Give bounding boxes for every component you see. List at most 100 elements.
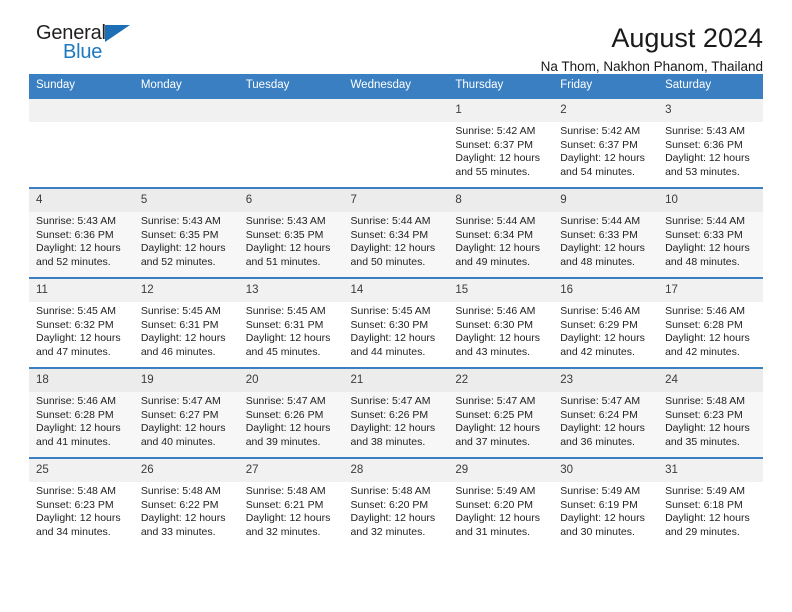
sunrise-time: Sunrise: 5:47 AM bbox=[350, 395, 431, 407]
day-number: 23 bbox=[553, 369, 659, 392]
daylight-duration-line1: Daylight: 12 hours bbox=[350, 422, 436, 435]
calendar-day-cell[interactable]: 12 Sunrise: 5:45 AM Sunset: 6:31 PM Dayligh… bbox=[133, 277, 239, 368]
day-cell-inner: 2 Sunrise: 5:42 AM Sunset: 6:37 PM Daylight… bbox=[553, 99, 659, 187]
day-details: Sunrise: 5:43 AM Sunset: 6:35 PM Daylight:… bbox=[239, 212, 344, 269]
day-number: 28 bbox=[343, 459, 449, 482]
day-cell-inner: 24 Sunrise: 5:48 AM Sunset: 6:23 PM Dayligh… bbox=[658, 369, 763, 457]
daylight-duration-line1: Daylight: 12 hours bbox=[245, 242, 331, 255]
day-number: 22 bbox=[448, 369, 554, 392]
day-details: Sunrise: 5:49 AM Sunset: 6:19 PM Daylight:… bbox=[553, 482, 658, 539]
calendar-head: Sunday Monday Tuesday Wednesday Thursday… bbox=[29, 74, 763, 98]
sunrise-time: Sunrise: 5:44 AM bbox=[455, 215, 536, 227]
day-cell-inner bbox=[29, 99, 134, 187]
day-details: Sunrise: 5:47 AM Sunset: 6:24 PM Daylight:… bbox=[553, 392, 658, 449]
title-block: August 2024 Na Thom, Nakhon Phanom, Thai… bbox=[144, 22, 763, 77]
daylight-duration-line2: and 55 minutes. bbox=[455, 165, 531, 178]
daylight-duration-line1: Daylight: 12 hours bbox=[350, 512, 436, 525]
day-number bbox=[133, 99, 239, 122]
day-cell-inner: 27 Sunrise: 5:48 AM Sunset: 6:21 PM Dayligh… bbox=[238, 459, 344, 547]
day-number: 13 bbox=[238, 279, 344, 302]
calendar-day-cell[interactable]: 3 Sunrise: 5:43 AM Sunset: 6:36 PM Daylight… bbox=[658, 97, 763, 188]
sunset-time: Sunset: 6:20 PM bbox=[455, 498, 534, 511]
daylight-duration-line1: Daylight: 12 hours bbox=[560, 422, 645, 435]
calendar-day-cell[interactable]: 1 Sunrise: 5:42 AM Sunset: 6:37 PM Daylight… bbox=[448, 97, 554, 188]
brand-logo[interactable]: General Blue bbox=[29, 22, 144, 70]
day-details: Sunrise: 5:48 AM Sunset: 6:20 PM Daylight:… bbox=[344, 482, 449, 539]
sunset-time: Sunset: 6:22 PM bbox=[140, 498, 219, 511]
calendar-day-cell[interactable]: 5 Sunrise: 5:43 AM Sunset: 6:35 PM Daylight… bbox=[133, 187, 239, 278]
day-details: Sunrise: 5:45 AM Sunset: 6:30 PM Daylight:… bbox=[344, 302, 449, 359]
calendar-day-cell[interactable]: 29 Sunrise: 5:49 AM Sunset: 6:20 PM Dayligh… bbox=[448, 457, 554, 548]
sunrise-time: Sunrise: 5:44 AM bbox=[665, 215, 746, 227]
daylight-duration-line1: Daylight: 12 hours bbox=[455, 242, 541, 255]
calendar-day-cell[interactable]: 24 Sunrise: 5:48 AM Sunset: 6:23 PM Dayligh… bbox=[658, 367, 763, 458]
calendar-day-cell[interactable]: 16 Sunrise: 5:46 AM Sunset: 6:29 PM Dayligh… bbox=[553, 277, 659, 368]
day-number: 27 bbox=[238, 459, 344, 482]
daylight-duration-line1: Daylight: 12 hours bbox=[36, 332, 121, 345]
day-cell-inner: 1 Sunrise: 5:42 AM Sunset: 6:37 PM Daylight… bbox=[448, 99, 554, 187]
calendar-day-cell[interactable]: 28 Sunrise: 5:48 AM Sunset: 6:20 PM Dayligh… bbox=[343, 457, 449, 548]
calendar-day-cell[interactable]: 22 Sunrise: 5:47 AM Sunset: 6:25 PM Dayligh… bbox=[448, 367, 554, 458]
day-details: Sunrise: 5:46 AM Sunset: 6:28 PM Daylight:… bbox=[29, 392, 134, 449]
day-number: 5 bbox=[133, 189, 239, 212]
sunrise-time: Sunrise: 5:48 AM bbox=[350, 485, 431, 497]
day-details: Sunrise: 5:44 AM Sunset: 6:34 PM Daylight:… bbox=[448, 212, 553, 269]
calendar-day-cell[interactable]: 19 Sunrise: 5:47 AM Sunset: 6:27 PM Dayligh… bbox=[133, 367, 239, 458]
sunrise-time: Sunrise: 5:47 AM bbox=[455, 395, 536, 407]
daylight-duration-line1: Daylight: 12 hours bbox=[350, 332, 436, 345]
calendar-day-cell[interactable]: 14 Sunrise: 5:45 AM Sunset: 6:30 PM Dayligh… bbox=[343, 277, 449, 368]
sunset-time: Sunset: 6:34 PM bbox=[350, 228, 429, 241]
day-cell-inner: 19 Sunrise: 5:47 AM Sunset: 6:27 PM Dayligh… bbox=[133, 369, 239, 457]
day-cell-inner bbox=[238, 99, 344, 187]
day-cell-inner bbox=[343, 99, 449, 187]
calendar-day-cell[interactable]: 9 Sunrise: 5:44 AM Sunset: 6:33 PM Daylight… bbox=[553, 187, 659, 278]
calendar-day-cell[interactable]: 25 Sunrise: 5:48 AM Sunset: 6:23 PM Dayligh… bbox=[29, 457, 134, 548]
daylight-duration-line1: Daylight: 12 hours bbox=[140, 512, 226, 525]
calendar-day-cell[interactable]: 7 Sunrise: 5:44 AM Sunset: 6:34 PM Daylight… bbox=[343, 187, 449, 278]
day-cell-inner: 3 Sunrise: 5:43 AM Sunset: 6:36 PM Daylight… bbox=[658, 99, 763, 187]
day-cell-inner: 26 Sunrise: 5:48 AM Sunset: 6:22 PM Dayligh… bbox=[133, 459, 239, 547]
day-number: 12 bbox=[133, 279, 239, 302]
calendar-day-cell[interactable]: 21 Sunrise: 5:47 AM Sunset: 6:26 PM Dayligh… bbox=[343, 367, 449, 458]
calendar-day-cell[interactable]: 15 Sunrise: 5:46 AM Sunset: 6:30 PM Dayligh… bbox=[448, 277, 554, 368]
day-details: Sunrise: 5:48 AM Sunset: 6:23 PM Daylight:… bbox=[658, 392, 763, 449]
day-cell-inner: 23 Sunrise: 5:47 AM Sunset: 6:24 PM Dayligh… bbox=[553, 369, 659, 457]
calendar-day-cell[interactable]: 31 Sunrise: 5:49 AM Sunset: 6:18 PM Dayligh… bbox=[658, 457, 763, 548]
calendar-week-row: 4 Sunrise: 5:43 AM Sunset: 6:36 PM Daylight… bbox=[29, 187, 763, 278]
calendar-day-cell[interactable]: 27 Sunrise: 5:48 AM Sunset: 6:21 PM Dayligh… bbox=[238, 457, 344, 548]
day-number: 14 bbox=[343, 279, 449, 302]
daylight-duration-line2: and 39 minutes. bbox=[245, 435, 321, 448]
calendar-day-cell[interactable]: 26 Sunrise: 5:48 AM Sunset: 6:22 PM Dayligh… bbox=[133, 457, 239, 548]
sunset-time: Sunset: 6:36 PM bbox=[36, 228, 114, 241]
calendar-day-cell[interactable]: 17 Sunrise: 5:46 AM Sunset: 6:28 PM Dayligh… bbox=[658, 277, 763, 368]
day-details: Sunrise: 5:48 AM Sunset: 6:23 PM Daylight:… bbox=[29, 482, 134, 539]
calendar-day-cell[interactable]: 30 Sunrise: 5:49 AM Sunset: 6:19 PM Dayligh… bbox=[553, 457, 659, 548]
day-cell-inner: 13 Sunrise: 5:45 AM Sunset: 6:31 PM Dayligh… bbox=[238, 279, 344, 367]
calendar-day-cell[interactable]: 20 Sunrise: 5:47 AM Sunset: 6:26 PM Dayligh… bbox=[238, 367, 344, 458]
day-details: Sunrise: 5:42 AM Sunset: 6:37 PM Daylight:… bbox=[553, 122, 658, 179]
calendar-day-cell[interactable]: 6 Sunrise: 5:43 AM Sunset: 6:35 PM Daylight… bbox=[238, 187, 344, 278]
day-cell-inner: 28 Sunrise: 5:48 AM Sunset: 6:20 PM Dayligh… bbox=[343, 459, 449, 547]
day-of-week-header-row: Sunday Monday Tuesday Wednesday Thursday… bbox=[29, 74, 763, 98]
calendar-day-cell[interactable]: 18 Sunrise: 5:46 AM Sunset: 6:28 PM Dayligh… bbox=[29, 367, 134, 458]
calendar-day-cell[interactable]: 11 Sunrise: 5:45 AM Sunset: 6:32 PM Dayligh… bbox=[29, 277, 134, 368]
day-cell-inner: 17 Sunrise: 5:46 AM Sunset: 6:28 PM Dayligh… bbox=[658, 279, 763, 367]
calendar-day-cell[interactable]: 10 Sunrise: 5:44 AM Sunset: 6:33 PM Dayligh… bbox=[658, 187, 763, 278]
day-number: 21 bbox=[343, 369, 449, 392]
day-details: Sunrise: 5:44 AM Sunset: 6:33 PM Daylight:… bbox=[553, 212, 658, 269]
daylight-duration-line2: and 29 minutes. bbox=[665, 525, 740, 538]
calendar-day-cell[interactable]: 23 Sunrise: 5:47 AM Sunset: 6:24 PM Dayligh… bbox=[553, 367, 659, 458]
calendar-week-row: 11 Sunrise: 5:45 AM Sunset: 6:32 PM Dayligh… bbox=[29, 277, 763, 368]
sunrise-time: Sunrise: 5:45 AM bbox=[350, 305, 431, 317]
day-details: Sunrise: 5:46 AM Sunset: 6:28 PM Daylight:… bbox=[658, 302, 763, 359]
day-details: Sunrise: 5:44 AM Sunset: 6:34 PM Daylight:… bbox=[344, 212, 449, 269]
calendar-day-cell[interactable]: 2 Sunrise: 5:42 AM Sunset: 6:37 PM Daylight… bbox=[553, 97, 659, 188]
calendar-day-cell[interactable]: 13 Sunrise: 5:45 AM Sunset: 6:31 PM Dayligh… bbox=[238, 277, 344, 368]
calendar-week-row: 1 Sunrise: 5:42 AM Sunset: 6:37 PM Daylight… bbox=[29, 97, 763, 188]
day-number bbox=[238, 99, 344, 122]
day-details: Sunrise: 5:42 AM Sunset: 6:37 PM Daylight:… bbox=[448, 122, 553, 179]
daylight-duration-line2: and 30 minutes. bbox=[560, 525, 635, 538]
calendar-day-cell[interactable]: 4 Sunrise: 5:43 AM Sunset: 6:36 PM Daylight… bbox=[29, 187, 134, 278]
daylight-duration-line1: Daylight: 12 hours bbox=[665, 152, 750, 165]
calendar-day-cell[interactable]: 8 Sunrise: 5:44 AM Sunset: 6:34 PM Daylight… bbox=[448, 187, 554, 278]
